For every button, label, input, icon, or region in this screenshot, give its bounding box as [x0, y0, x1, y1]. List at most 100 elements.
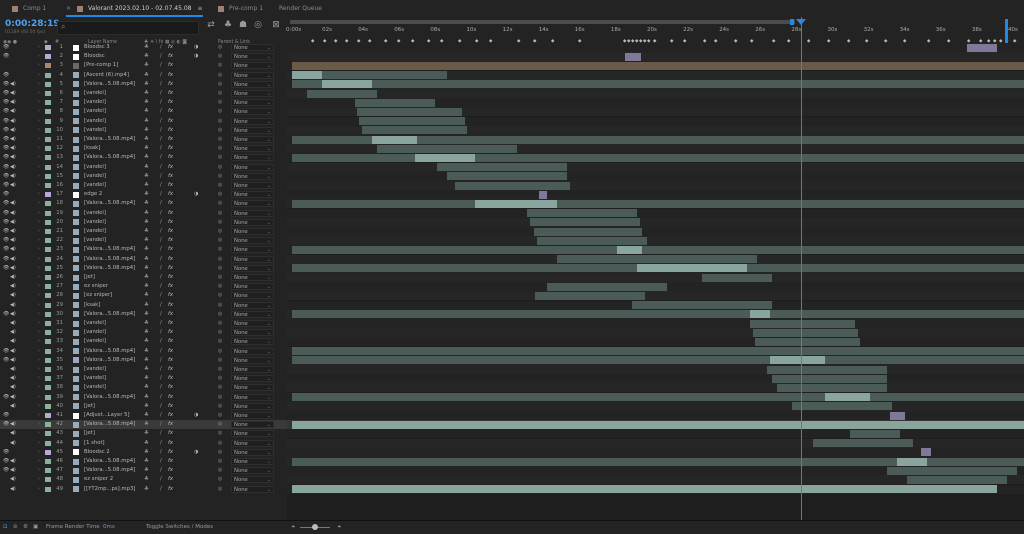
effects-switch-icon[interactable]: fx — [168, 126, 173, 135]
layer-name[interactable]: [vandel] — [84, 126, 106, 135]
label-color-swatch[interactable] — [45, 440, 51, 446]
expand-arrow-icon[interactable]: › — [38, 144, 40, 153]
shy-switch-icon[interactable]: ♣ — [144, 255, 149, 264]
label-color-swatch[interactable] — [45, 229, 51, 234]
render-icon[interactable]: ▣ — [33, 524, 38, 530]
effects-switch-icon[interactable]: fx — [168, 301, 173, 310]
parent-pickwhip-icon[interactable]: ◎ — [218, 135, 222, 144]
parent-dropdown[interactable]: None ⌄ — [231, 375, 274, 383]
visibility-eye-icon[interactable]: 👁 — [3, 135, 9, 144]
layer-duration-bar[interactable] — [357, 107, 462, 116]
audio-speaker-icon[interactable]: ◀) — [10, 98, 16, 107]
expand-arrow-icon[interactable]: › — [38, 457, 40, 466]
effects-switch-icon[interactable]: fx — [168, 236, 173, 245]
layer-duration-bar[interactable] — [292, 153, 1024, 162]
parent-pickwhip-icon[interactable]: ◎ — [218, 218, 222, 227]
effects-switch-icon[interactable]: fx — [168, 356, 173, 365]
audio-speaker-icon[interactable]: ◀) — [10, 163, 16, 172]
parent-dropdown[interactable]: None ⌄ — [231, 338, 274, 346]
layer-duration-bar[interactable] — [359, 117, 465, 126]
parent-pickwhip-icon[interactable]: ◎ — [218, 310, 222, 319]
layer-name[interactable]: [vandel] — [84, 163, 106, 172]
expand-arrow-icon[interactable]: › — [38, 319, 40, 328]
layer-duration-bar[interactable] — [292, 310, 1024, 319]
layer-duration-bar[interactable] — [362, 126, 467, 135]
shy-switch-icon[interactable]: ♣ — [144, 43, 149, 52]
quality-switch-icon[interactable]: / — [160, 319, 162, 328]
expand-arrow-icon[interactable]: › — [38, 383, 40, 392]
audio-speaker-icon[interactable]: ◀) — [10, 144, 16, 153]
solo-icon[interactable]: ⊡ — [3, 524, 8, 530]
label-color-swatch[interactable] — [45, 394, 51, 400]
layer-row[interactable]: ◀) › 28 [ez sniper] ♣ / fx ◎ None ⌄ — [0, 291, 287, 300]
effects-switch-icon[interactable]: fx — [168, 328, 173, 337]
layer-duration-bar[interactable] — [292, 347, 1024, 356]
audio-speaker-icon[interactable]: ◀) — [10, 356, 16, 365]
layer-duration-bar[interactable] — [792, 402, 892, 411]
parent-pickwhip-icon[interactable]: ◎ — [218, 485, 222, 494]
quality-switch-icon[interactable]: / — [160, 457, 162, 466]
settings-icon[interactable]: ⚙ — [23, 524, 28, 530]
label-color-swatch[interactable] — [45, 486, 51, 492]
quality-switch-icon[interactable]: / — [160, 172, 162, 181]
visibility-eye-icon[interactable]: 👁 — [3, 466, 9, 475]
visibility-eye-icon[interactable]: 👁 — [3, 209, 9, 218]
layer-name[interactable]: [jet] — [84, 429, 95, 438]
shy-switch-icon[interactable]: ♣ — [144, 61, 149, 70]
parent-dropdown[interactable]: None ⌄ — [231, 292, 274, 300]
parent-dropdown[interactable]: None ⌄ — [231, 310, 274, 318]
parent-pickwhip-icon[interactable]: ◎ — [218, 347, 222, 356]
layer-name[interactable]: [vandel] — [84, 365, 106, 374]
visibility-eye-icon[interactable]: 👁 — [3, 80, 9, 89]
effects-switch-icon[interactable]: fx — [168, 181, 173, 190]
expand-arrow-icon[interactable]: › — [38, 411, 40, 420]
effects-switch-icon[interactable]: fx — [168, 439, 173, 448]
layer-row[interactable]: 👁 ◀) › 13 [Valora...5.08.mp4] ♣ / fx ◎ None ⌄ — [0, 153, 287, 162]
layer-duration-bar[interactable] — [753, 328, 858, 337]
graph-editor-icon[interactable]: ⊠ — [270, 20, 282, 30]
effects-switch-icon[interactable]: fx — [168, 98, 173, 107]
audio-speaker-icon[interactable]: ◀) — [10, 126, 16, 135]
layer-name[interactable]: [jet] — [84, 402, 95, 411]
parent-pickwhip-icon[interactable]: ◎ — [218, 319, 222, 328]
audio-speaker-icon[interactable]: ◀) — [10, 301, 16, 310]
shy-switch-icon[interactable]: ♣ — [144, 282, 149, 291]
shy-switch-icon[interactable]: ♣ — [144, 236, 149, 245]
layer-name[interactable]: [ksak] — [84, 144, 100, 153]
shy-switch-icon[interactable]: ♣ — [144, 439, 149, 448]
parent-pickwhip-icon[interactable]: ◎ — [218, 457, 222, 466]
layer-row[interactable]: ◀) › 36 [vandel] ♣ / fx ◎ None ⌄ — [0, 365, 287, 374]
parent-dropdown[interactable]: None ⌄ — [231, 145, 274, 153]
layer-name[interactable]: [Ascent (6).mp4] — [84, 71, 129, 80]
shy-switch-icon[interactable]: ♣ — [144, 153, 149, 162]
parent-dropdown[interactable]: None ⌄ — [231, 393, 274, 401]
expand-arrow-icon[interactable]: › — [38, 356, 40, 365]
tab-render-queue[interactable]: Render Queue — [279, 0, 322, 17]
audio-speaker-icon[interactable]: ◀) — [10, 439, 16, 448]
layer-duration-bar[interactable] — [377, 144, 517, 153]
label-color-swatch[interactable] — [45, 183, 51, 188]
effects-switch-icon[interactable]: fx — [168, 245, 173, 254]
quality-switch-icon[interactable]: / — [160, 190, 162, 199]
audio-speaker-icon[interactable]: ◀) — [10, 402, 16, 411]
layer-name[interactable]: [vandel] — [84, 107, 106, 116]
label-color-swatch[interactable] — [45, 293, 51, 299]
parent-dropdown[interactable]: None ⌄ — [231, 467, 274, 475]
effects-switch-icon[interactable]: fx — [168, 209, 173, 218]
layer-row[interactable]: 👁 ◀) › 42 [Valora...5.08.mp4] ♣ / fx ◎ None ⌄ — [0, 420, 287, 430]
layer-name[interactable]: [Valora...5.08.mp4] — [84, 356, 135, 365]
effects-switch-icon[interactable]: fx — [168, 383, 173, 392]
quality-switch-icon[interactable]: / — [160, 402, 162, 411]
layer-name[interactable]: [vandel] — [84, 227, 106, 236]
label-color-swatch[interactable] — [45, 210, 51, 216]
parent-dropdown[interactable]: None ⌄ — [231, 44, 274, 51]
layer-duration-bar[interactable] — [292, 485, 997, 494]
effects-switch-icon[interactable]: fx — [168, 163, 173, 172]
label-color-swatch[interactable] — [45, 72, 51, 78]
label-color-swatch[interactable] — [45, 321, 51, 326]
layer-name[interactable]: [Valora...5.08.mp4] — [84, 264, 135, 273]
visibility-eye-icon[interactable]: 👁 — [3, 153, 9, 162]
layer-duration-bar[interactable] — [967, 43, 997, 52]
layer-duration-bar[interactable] — [372, 135, 417, 144]
visibility-eye-icon[interactable]: 👁 — [3, 227, 9, 236]
